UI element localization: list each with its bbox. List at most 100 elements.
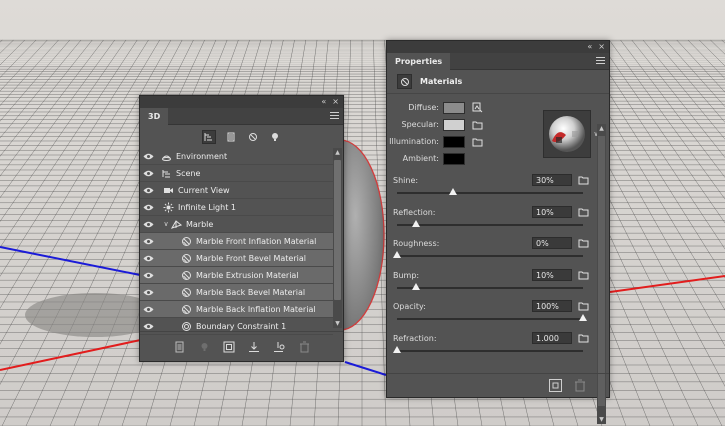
layer-row[interactable]: Environment: [140, 148, 333, 165]
folder-icon[interactable]: [578, 238, 590, 250]
layer-row[interactable]: Marble Extrusion Material: [140, 267, 333, 284]
canvas-viewport[interactable]: [0, 0, 725, 426]
slider-value-input[interactable]: 0%: [532, 237, 572, 249]
scene-filter-icon[interactable]: [201, 129, 216, 144]
light-filter-icon[interactable]: [268, 130, 282, 144]
expand-twirl-icon[interactable]: ∨: [162, 216, 170, 233]
slider-thumb[interactable]: [448, 188, 457, 195]
color-label: Diffuse:: [408, 103, 439, 112]
slider-thumb[interactable]: [393, 345, 401, 353]
material-preview[interactable]: [543, 110, 591, 158]
render-icon[interactable]: [222, 339, 237, 354]
add-constraint-icon[interactable]: [272, 339, 287, 354]
delete-icon[interactable]: [297, 339, 312, 354]
section-title: Materials: [420, 77, 463, 86]
material-icon: [180, 269, 192, 281]
layer-row[interactable]: Marble Front Inflation Material: [140, 233, 333, 250]
visibility-eye-icon[interactable]: [140, 301, 156, 318]
slider-thumb[interactable]: [411, 219, 420, 227]
color-label: Specular:: [401, 120, 439, 129]
layer-row[interactable]: ∨ Marble: [140, 216, 333, 233]
scroll-thumb[interactable]: [598, 136, 605, 406]
slider-label: Shine:: [393, 176, 419, 185]
color-row: Specular:: [387, 117, 483, 132]
slider-thumb[interactable]: [411, 282, 420, 290]
folder-icon[interactable]: [471, 136, 483, 148]
layer-row[interactable]: Infinite Light 1: [140, 199, 333, 216]
slider-track[interactable]: [397, 255, 583, 257]
folder-icon[interactable]: [578, 175, 590, 187]
layer-row[interactable]: Scene: [140, 165, 333, 182]
slider-thumb[interactable]: [393, 251, 401, 258]
slider-track[interactable]: [397, 318, 583, 320]
color-swatch[interactable]: [443, 118, 465, 131]
slider-label: Refraction:: [393, 333, 437, 343]
scroll-down-icon[interactable]: ▼: [597, 415, 606, 424]
folder-icon[interactable]: [578, 207, 590, 219]
slider-value-input[interactable]: 10%: [532, 268, 572, 281]
layer-name: Scene: [176, 168, 201, 178]
layer-row[interactable]: Marble Back Bevel Material: [140, 284, 333, 301]
slider-value-input[interactable]: 30%: [532, 174, 572, 186]
slider-track[interactable]: [397, 349, 583, 352]
folder-icon[interactable]: [471, 119, 483, 131]
drop-to-ground-icon[interactable]: [247, 339, 262, 354]
visibility-eye-icon[interactable]: [140, 250, 156, 267]
layer-name: Marble Front Inflation Material: [196, 236, 317, 246]
scroll-down-icon[interactable]: ▼: [333, 319, 342, 328]
panel-menu-icon[interactable]: [330, 112, 339, 120]
render-icon[interactable]: [549, 379, 562, 392]
mesh-filter-icon[interactable]: [224, 130, 238, 144]
layer-row[interactable]: Marble Back Inflation Material: [140, 301, 333, 318]
add-light-icon[interactable]: [197, 339, 212, 354]
close-icon[interactable]: ×: [598, 42, 605, 52]
color-swatch[interactable]: [443, 152, 465, 165]
mesh-icon: [170, 218, 182, 230]
visibility-eye-icon[interactable]: [140, 267, 156, 284]
new-mesh-icon[interactable]: [172, 339, 187, 354]
scroll-thumb[interactable]: [334, 160, 341, 300]
material-filter-icon[interactable]: [246, 130, 260, 144]
panel-topbar: « ×: [387, 41, 609, 53]
layer-scrollbar[interactable]: ▲ ▼: [333, 148, 342, 328]
color-swatch[interactable]: [443, 101, 465, 114]
texture-edit-icon[interactable]: [471, 102, 483, 114]
camera-icon: [162, 184, 174, 196]
visibility-eye-icon[interactable]: [140, 284, 156, 301]
slider-value-input[interactable]: 10%: [532, 205, 572, 218]
layer-list: ▲ ▼ Environment Scene Current View Infinite…: [140, 148, 343, 335]
material-icon: [180, 303, 192, 315]
panel-menu-icon[interactable]: [596, 57, 605, 65]
folder-icon[interactable]: [578, 333, 590, 345]
scene-icon: [160, 167, 172, 179]
scroll-up-icon[interactable]: ▲: [333, 148, 342, 157]
collapse-icon[interactable]: «: [321, 97, 326, 107]
slider-track[interactable]: [397, 286, 583, 289]
material-icon: [180, 286, 192, 298]
tab-3d[interactable]: 3D: [140, 108, 169, 125]
slider-value-input[interactable]: 1.000: [532, 331, 572, 344]
visibility-eye-icon[interactable]: [140, 199, 156, 216]
slider-value-input[interactable]: 100%: [532, 300, 572, 312]
layer-row[interactable]: Current View: [140, 182, 333, 199]
layer-name: Marble: [186, 219, 214, 229]
scroll-up-icon[interactable]: ▲: [597, 124, 606, 133]
visibility-eye-icon[interactable]: [140, 182, 156, 199]
slider-track[interactable]: [397, 192, 583, 194]
visibility-eye-icon[interactable]: [140, 165, 156, 182]
visibility-eye-icon[interactable]: [140, 216, 156, 233]
visibility-eye-icon[interactable]: [140, 148, 156, 165]
delete-icon[interactable]: [574, 379, 586, 392]
collapse-icon[interactable]: «: [587, 42, 592, 52]
slider-track[interactable]: [397, 223, 583, 226]
slider-thumb[interactable]: [579, 314, 587, 321]
color-swatch[interactable]: [443, 135, 465, 148]
folder-icon[interactable]: [578, 301, 590, 313]
tab-properties[interactable]: Properties: [387, 53, 451, 70]
layer-row[interactable]: Marble Front Bevel Material: [140, 250, 333, 267]
folder-icon[interactable]: [578, 270, 590, 282]
environment-icon: [160, 150, 172, 162]
visibility-eye-icon[interactable]: [140, 233, 156, 250]
close-icon[interactable]: ×: [332, 97, 339, 107]
panel-bottombar: [140, 331, 343, 361]
